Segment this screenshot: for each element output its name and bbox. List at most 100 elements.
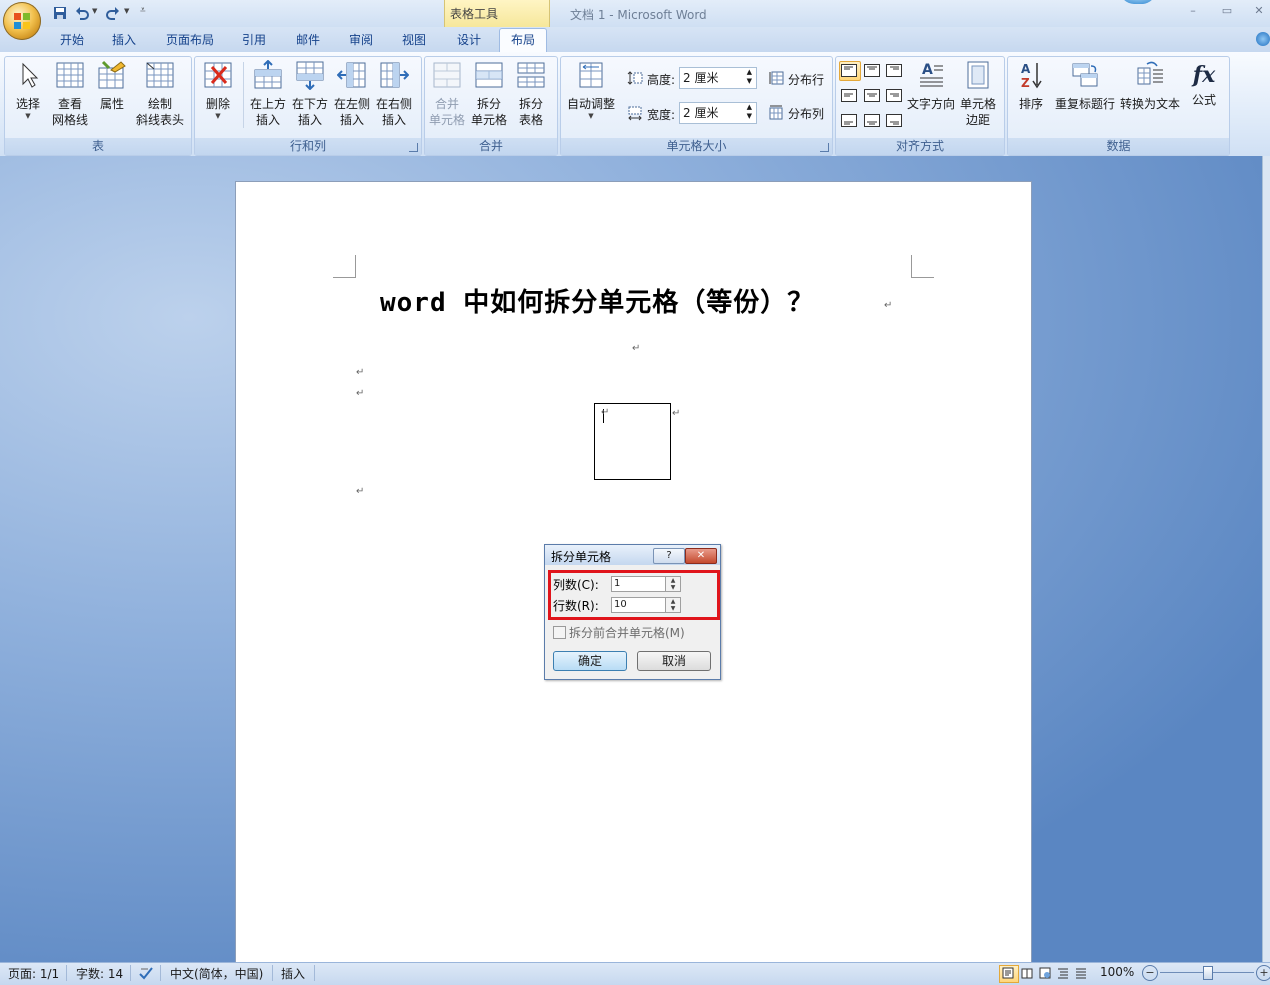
office-logo-icon (14, 13, 30, 29)
view-gridlines-button[interactable]: 查看 网格线 (48, 58, 92, 134)
insert-right-button[interactable]: 在右侧 插入 (374, 58, 414, 134)
status-separator (66, 965, 67, 981)
svg-text:A: A (922, 62, 933, 78)
tab-mailings[interactable]: 邮件 (288, 31, 328, 51)
tab-home[interactable]: 开始 (52, 31, 92, 51)
align-top-center-icon[interactable] (864, 64, 880, 77)
paragraph-mark-icon: ↵ (356, 486, 365, 497)
insert-left-button[interactable]: 在左侧 插入 (332, 58, 372, 134)
convert-to-text-icon (1137, 61, 1163, 85)
autofit-button[interactable]: 自动调整 ▼ (564, 58, 618, 134)
split-table-button[interactable]: 拆分 表格 (511, 58, 551, 134)
group-table-label: 表 (5, 138, 191, 155)
dialog-launcher-icon[interactable] (409, 143, 418, 152)
proofing-icon[interactable] (138, 965, 154, 981)
full-screen-reading-icon[interactable] (1021, 967, 1033, 979)
distribute-rows-button[interactable]: 分布行 (788, 71, 824, 88)
ok-button[interactable]: 确定 (553, 651, 627, 671)
insert-mode-indicator[interactable]: 插入 (281, 965, 305, 982)
draw-diagonal-header-button[interactable]: 绘制 斜线表头 (134, 58, 186, 134)
convert-to-text-button[interactable]: 转换为文本 (1118, 58, 1182, 134)
tab-references[interactable]: 引用 (234, 31, 274, 51)
table-cell[interactable]: ↵ (594, 403, 671, 480)
svg-text:A: A (1021, 62, 1031, 76)
diagonal-header-icon (146, 62, 174, 88)
paragraph-mark-icon: ↵ (356, 388, 365, 399)
align-middle-left-icon[interactable] (841, 89, 857, 102)
align-bottom-right-icon[interactable] (886, 114, 902, 127)
align-middle-center-icon[interactable] (864, 89, 880, 102)
vertical-scrollbar[interactable] (1262, 156, 1270, 962)
formula-fx-icon: fx (1192, 62, 1216, 88)
properties-button[interactable]: 属性 (92, 58, 132, 134)
cell-margins-button[interactable]: 单元格 边距 (957, 58, 999, 134)
tab-design[interactable]: 设计 (449, 31, 489, 51)
merge-label-2: 单元格 (428, 113, 465, 127)
cancel-button[interactable]: 取消 (637, 651, 711, 671)
dialog-launcher-icon[interactable] (820, 143, 829, 152)
chevron-down-icon: ▼ (25, 112, 31, 120)
insert-below-button[interactable]: 在下方 插入 (290, 58, 330, 134)
split-cells-icon (475, 62, 503, 88)
web-layout-icon[interactable] (1039, 967, 1051, 979)
zoom-level[interactable]: 100% (1100, 965, 1134, 979)
sort-button[interactable]: AZ 排序 (1011, 58, 1051, 134)
text-direction-button[interactable]: A 文字方向 (906, 58, 956, 134)
align-top-right-icon[interactable] (886, 64, 902, 77)
undo-icon[interactable] (74, 5, 90, 21)
minimize-icon[interactable]: – (1184, 4, 1202, 18)
tab-view[interactable]: 视图 (394, 31, 434, 51)
save-icon[interactable] (52, 5, 68, 21)
height-input[interactable]: 2 厘米 ▲ ▼ (679, 67, 757, 89)
tab-insert[interactable]: 插入 (104, 31, 144, 51)
draft-view-icon[interactable] (1075, 967, 1087, 979)
insert-below-label-1: 在下方 (291, 97, 328, 111)
document-heading[interactable]: word 中如何拆分单元格（等份）？ (380, 282, 814, 319)
spin-arrows-icon[interactable]: ▲ ▼ (747, 103, 752, 121)
tab-layout[interactable]: 布局 (499, 28, 547, 53)
distribute-cols-button[interactable]: 分布列 (788, 105, 824, 122)
page-count[interactable]: 页面: 1/1 (8, 965, 59, 982)
split-cells-button[interactable]: 拆分 单元格 (469, 58, 509, 134)
outline-view-icon[interactable] (1057, 967, 1069, 979)
customize-qat-icon[interactable]: ⩡ (140, 5, 146, 16)
redo-icon[interactable] (105, 5, 121, 21)
cell-end-mark-icon: ↵ (601, 407, 610, 418)
restore-icon[interactable]: ▭ (1218, 4, 1236, 18)
draw-label-2: 斜线表头 (135, 113, 184, 127)
distribute-rows-icon (769, 71, 784, 85)
width-input[interactable]: 2 厘米 ▲ ▼ (679, 102, 757, 124)
distribute-cols-icon (769, 105, 783, 120)
height-value: 2 厘米 (683, 71, 719, 85)
split-cells-dialog: 拆分单元格 ? ✕ 列数(C): 1 ▲ ▼ 行数(R): 10 ▲ ▼ 拆分前合并… (544, 544, 721, 680)
delete-button[interactable]: 删除 ▼ (198, 58, 238, 134)
align-bottom-left-icon[interactable] (841, 114, 857, 127)
close-icon[interactable]: ✕ (1250, 4, 1268, 18)
repeat-header-rows-button[interactable]: 重复标题行 (1054, 58, 1116, 134)
office-button[interactable] (3, 2, 41, 40)
formula-button[interactable]: fx 公式 (1184, 58, 1224, 134)
cursor-arrow-icon (22, 62, 39, 88)
tab-review[interactable]: 审阅 (341, 31, 381, 51)
align-middle-right-icon[interactable] (886, 89, 902, 102)
align-bottom-center-icon[interactable] (864, 114, 880, 127)
redo-dropdown-icon[interactable]: ▼ (124, 7, 129, 15)
zoom-slider-thumb[interactable] (1203, 966, 1213, 980)
tab-page-layout[interactable]: 页面布局 (160, 31, 220, 51)
select-button[interactable]: 选择 ▼ (8, 58, 48, 134)
dialog-close-button[interactable]: ✕ (685, 548, 717, 564)
undo-dropdown-icon[interactable]: ▼ (92, 7, 97, 15)
help-icon[interactable] (1256, 32, 1270, 46)
merge-cells-icon (433, 62, 461, 88)
language-indicator[interactable]: 中文(简体，中国) (170, 965, 263, 982)
spin-arrows-icon[interactable]: ▲ ▼ (747, 68, 752, 86)
insert-above-button[interactable]: 在上方 插入 (248, 58, 288, 134)
zoom-in-icon[interactable]: + (1256, 965, 1270, 981)
zoom-out-icon[interactable]: − (1142, 965, 1158, 981)
convert-to-text-label: 转换为文本 (1119, 97, 1180, 111)
text-direction-label: 文字方向 (906, 97, 955, 111)
dialog-help-button[interactable]: ? (653, 548, 685, 564)
word-count[interactable]: 字数: 14 (76, 965, 123, 982)
merge-before-split-checkbox[interactable] (553, 626, 566, 639)
merge-cells-button[interactable]: 合并 单元格 (427, 58, 467, 134)
